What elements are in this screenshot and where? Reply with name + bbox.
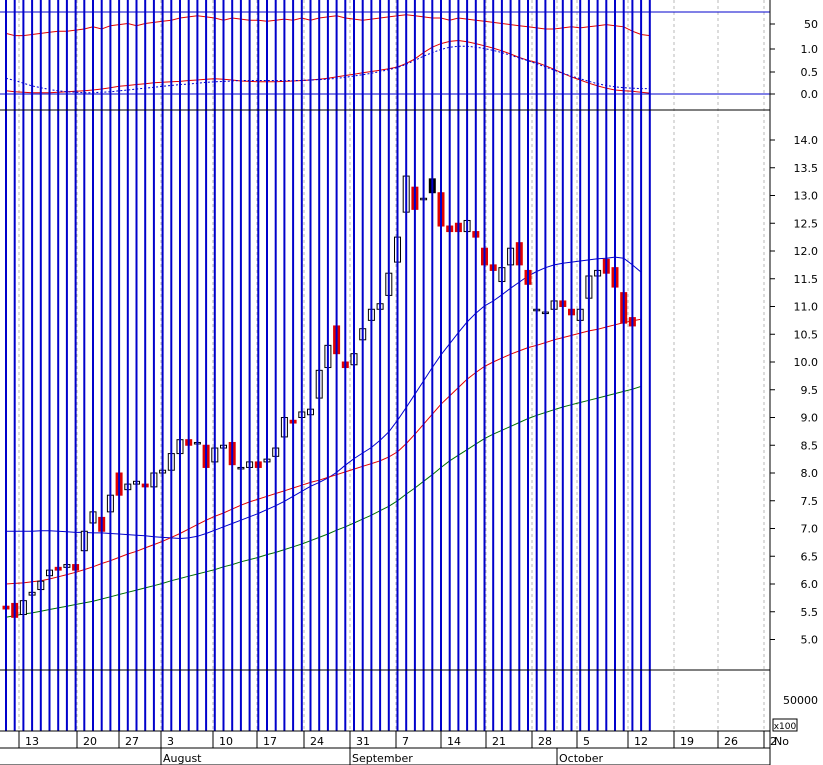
indicator-panel: [0, 11, 770, 95]
indicator-tick-label: 50: [804, 18, 818, 31]
indicator-tick-label: 0.5: [801, 66, 819, 79]
volume-unit-label: x100: [774, 722, 797, 732]
price-tick-label: 13.0: [794, 190, 819, 203]
price-tick-label: 5.0: [801, 634, 819, 647]
date-label: 27: [125, 735, 139, 748]
date-label: 17: [263, 735, 277, 748]
price-tick-label: 14.0: [794, 134, 819, 147]
date-label: 20: [83, 735, 97, 748]
date-label: 7: [402, 735, 409, 748]
price-tick-label: 12.5: [794, 217, 819, 230]
price-tick-label: 7.0: [801, 523, 819, 536]
date-label: 12: [634, 735, 648, 748]
price-tick-label: 11.5: [794, 273, 819, 286]
volume-tick-label: 50000: [783, 694, 818, 707]
stock-chart: 5.0 5.5 6.0 6.5 7.0 7.5 8.0 8.5 9.0 9.5 10.0 10.5 11…: [0, 0, 818, 765]
date-label: 14: [447, 735, 461, 748]
date-label: 28: [538, 735, 552, 748]
indicator-tick-label: 0.0: [801, 88, 819, 101]
date-label: 21: [492, 735, 506, 748]
date-label: 19: [680, 735, 694, 748]
date-label: 26: [724, 735, 738, 748]
price-tick-label: 7.5: [801, 495, 819, 508]
price-tick-label: 10.5: [794, 328, 819, 341]
indicator-tick-label: 1.0: [801, 43, 819, 56]
price-tick-label: 13.5: [794, 162, 819, 175]
date-label: 24: [310, 735, 324, 748]
price-axis: 5.0 5.5 6.0 6.5 7.0 7.5 8.0 8.5 9.0 9.5 10.0 10.5 11…: [770, 18, 818, 732]
price-tick-label: 5.5: [801, 606, 819, 619]
price-tick-label: 12.0: [794, 245, 819, 258]
month-label: September: [352, 752, 413, 765]
month-label: October: [559, 752, 603, 765]
price-tick-label: 9.0: [801, 412, 819, 425]
date-label: 3: [167, 735, 174, 748]
date-label: 5: [583, 735, 590, 748]
date-label: 10: [219, 735, 233, 748]
price-tick-label: 8.5: [801, 439, 819, 452]
price-tick-label: 11.0: [794, 301, 819, 314]
panel-frame: [0, 0, 771, 765]
price-tick-label: 6.0: [801, 578, 819, 591]
price-tick-label: 10.0: [794, 356, 819, 369]
date-label: 31: [356, 735, 370, 748]
price-tick-label: 9.5: [801, 384, 819, 397]
date-label: No: [774, 735, 789, 748]
date-label: 13: [25, 735, 39, 748]
month-label: August: [163, 752, 202, 765]
price-tick-label: 8.0: [801, 467, 819, 480]
price-tick-label: 6.5: [801, 550, 819, 563]
